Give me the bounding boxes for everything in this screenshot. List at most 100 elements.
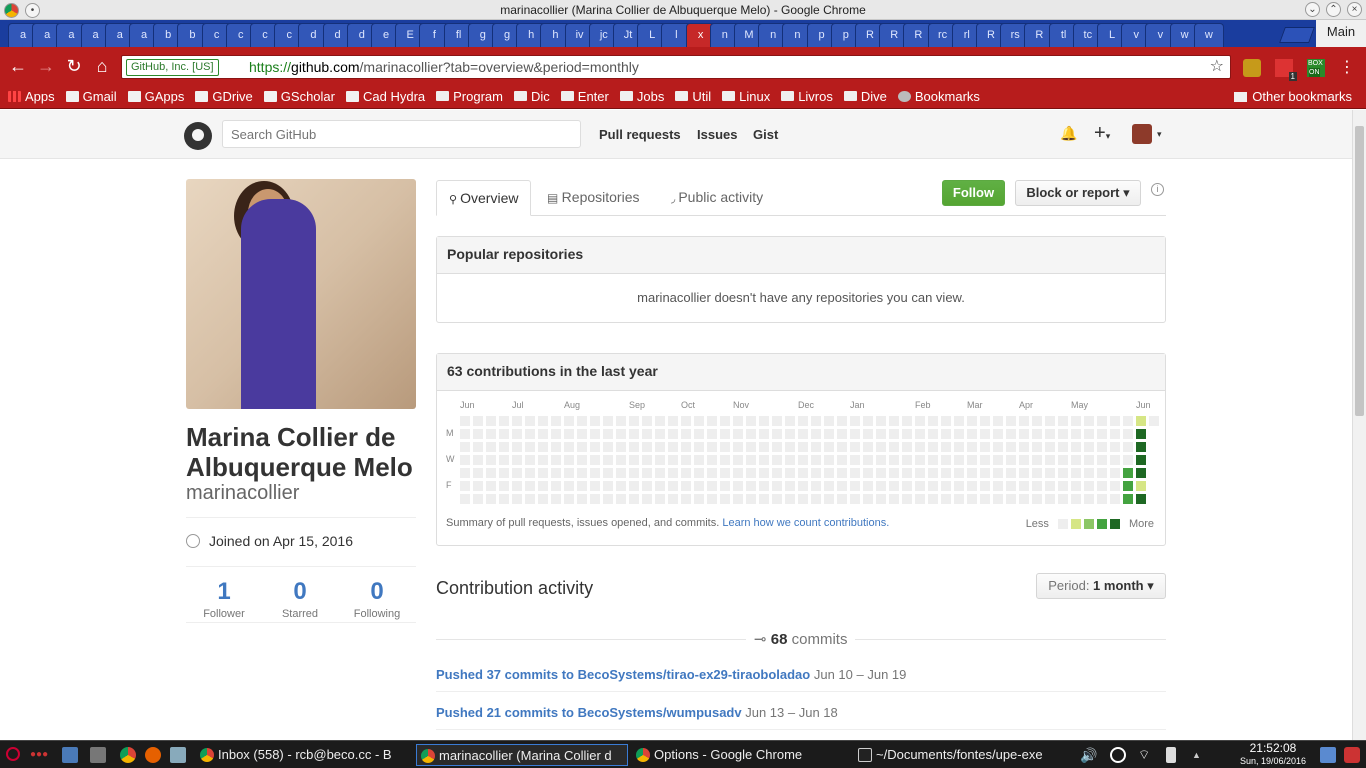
contribution-day[interactable] (564, 455, 574, 465)
contribution-day[interactable] (1058, 416, 1068, 426)
tab-overview[interactable]: ⚲ Overview (436, 180, 532, 216)
contribution-day[interactable] (993, 468, 1003, 478)
contribution-day[interactable] (1058, 494, 1068, 504)
contribution-day[interactable] (655, 494, 665, 504)
contribution-day[interactable] (1045, 416, 1055, 426)
contribution-day[interactable] (824, 416, 834, 426)
contribution-day[interactable] (785, 442, 795, 452)
contribution-day[interactable] (785, 429, 795, 439)
contribution-day[interactable] (538, 429, 548, 439)
contribution-day[interactable] (1032, 455, 1042, 465)
contribution-day[interactable] (759, 481, 769, 491)
contribution-day[interactable] (733, 468, 743, 478)
push-link[interactable]: Pushed 21 commits to BecoSystems/wumpusa… (436, 705, 742, 720)
contribution-day[interactable] (460, 429, 470, 439)
contribution-day[interactable] (1019, 494, 1029, 504)
contribution-day[interactable] (590, 468, 600, 478)
contribution-day[interactable] (473, 494, 483, 504)
firefox-launcher-icon[interactable] (145, 747, 161, 763)
contribution-day[interactable] (785, 494, 795, 504)
extension-on-icon[interactable]: BOX ON (1307, 59, 1325, 77)
contribution-day[interactable] (694, 442, 704, 452)
contribution-day[interactable] (811, 416, 821, 426)
contribution-day[interactable] (616, 494, 626, 504)
contribution-day[interactable] (746, 494, 756, 504)
bookmark-item[interactable]: Util (675, 89, 711, 104)
contribution-day[interactable] (1084, 481, 1094, 491)
contribution-day[interactable] (837, 468, 847, 478)
browser-tab[interactable]: w (1193, 23, 1224, 47)
contribution-day[interactable] (603, 442, 613, 452)
bookmark-item[interactable]: Bookmarks (897, 89, 980, 104)
bookmark-item[interactable]: Cad Hydra (346, 89, 425, 104)
contribution-day[interactable] (616, 481, 626, 491)
contribution-day[interactable] (473, 468, 483, 478)
contribution-day[interactable] (954, 429, 964, 439)
contribution-day[interactable] (1019, 481, 1029, 491)
contribution-day[interactable] (460, 494, 470, 504)
contribution-day[interactable] (603, 455, 613, 465)
contribution-day[interactable] (902, 429, 912, 439)
contribution-day[interactable] (1097, 481, 1107, 491)
contribution-day[interactable] (837, 442, 847, 452)
contribution-day[interactable] (1045, 481, 1055, 491)
contribution-day[interactable] (993, 416, 1003, 426)
contribution-day[interactable] (759, 429, 769, 439)
url-text[interactable]: https://github.com/marinacollier?tab=ove… (249, 56, 639, 78)
forward-icon[interactable]: → (36, 56, 56, 76)
contribution-day[interactable] (746, 442, 756, 452)
contribution-day[interactable] (889, 429, 899, 439)
contribution-day[interactable] (759, 494, 769, 504)
bookmark-star-icon[interactable]: ☆ (1210, 56, 1224, 78)
contribution-day[interactable] (590, 442, 600, 452)
contribution-day[interactable] (460, 468, 470, 478)
contribution-day[interactable] (473, 429, 483, 439)
chevron-down-icon[interactable]: ▾ (1157, 129, 1162, 140)
bookmark-item[interactable]: Apps (8, 89, 55, 104)
contribution-day[interactable] (538, 481, 548, 491)
contribution-day[interactable] (1071, 429, 1081, 439)
contribution-day[interactable] (1019, 416, 1029, 426)
contribution-day[interactable] (681, 429, 691, 439)
contribution-day[interactable] (733, 494, 743, 504)
contribution-day[interactable] (1006, 494, 1016, 504)
contribution-day[interactable] (720, 468, 730, 478)
contribution-day[interactable] (473, 416, 483, 426)
scrollbar[interactable] (1352, 110, 1366, 740)
contribution-day[interactable] (1006, 481, 1016, 491)
contribution-day[interactable] (1123, 481, 1133, 491)
contribution-day[interactable] (551, 416, 561, 426)
contribution-day[interactable] (954, 442, 964, 452)
contribution-day[interactable] (824, 481, 834, 491)
contribution-day[interactable] (980, 455, 990, 465)
contribution-day[interactable] (707, 494, 717, 504)
contribution-day[interactable] (1006, 442, 1016, 452)
calculator-icon[interactable] (170, 747, 186, 763)
contribution-day[interactable] (538, 494, 548, 504)
contribution-day[interactable] (525, 481, 535, 491)
contribution-day[interactable] (616, 468, 626, 478)
contribution-day[interactable] (590, 416, 600, 426)
contribution-day[interactable] (993, 455, 1003, 465)
contribution-day[interactable] (642, 455, 652, 465)
bookmark-item[interactable]: GDrive (195, 89, 253, 104)
contribution-day[interactable] (1110, 429, 1120, 439)
contribution-day[interactable] (1045, 494, 1055, 504)
contribution-day[interactable] (967, 416, 977, 426)
contribution-day[interactable] (655, 481, 665, 491)
contribution-day[interactable] (681, 481, 691, 491)
contribution-day[interactable] (720, 494, 730, 504)
bookmark-item[interactable]: Program (436, 89, 503, 104)
contribution-day[interactable] (668, 494, 678, 504)
contribution-day[interactable] (629, 416, 639, 426)
contribution-day[interactable] (616, 455, 626, 465)
contribution-day[interactable] (1071, 494, 1081, 504)
contribution-day[interactable] (551, 442, 561, 452)
contribution-day[interactable] (590, 429, 600, 439)
contribution-day[interactable] (642, 481, 652, 491)
power-icon[interactable] (1344, 747, 1360, 763)
security-badge[interactable]: GitHub, Inc. [US] (126, 59, 219, 76)
maximize-icon[interactable]: ⌃ (1326, 2, 1341, 17)
contribution-day[interactable] (889, 416, 899, 426)
taskbar-window[interactable]: marinacollier (Marina Collier d (416, 744, 628, 766)
